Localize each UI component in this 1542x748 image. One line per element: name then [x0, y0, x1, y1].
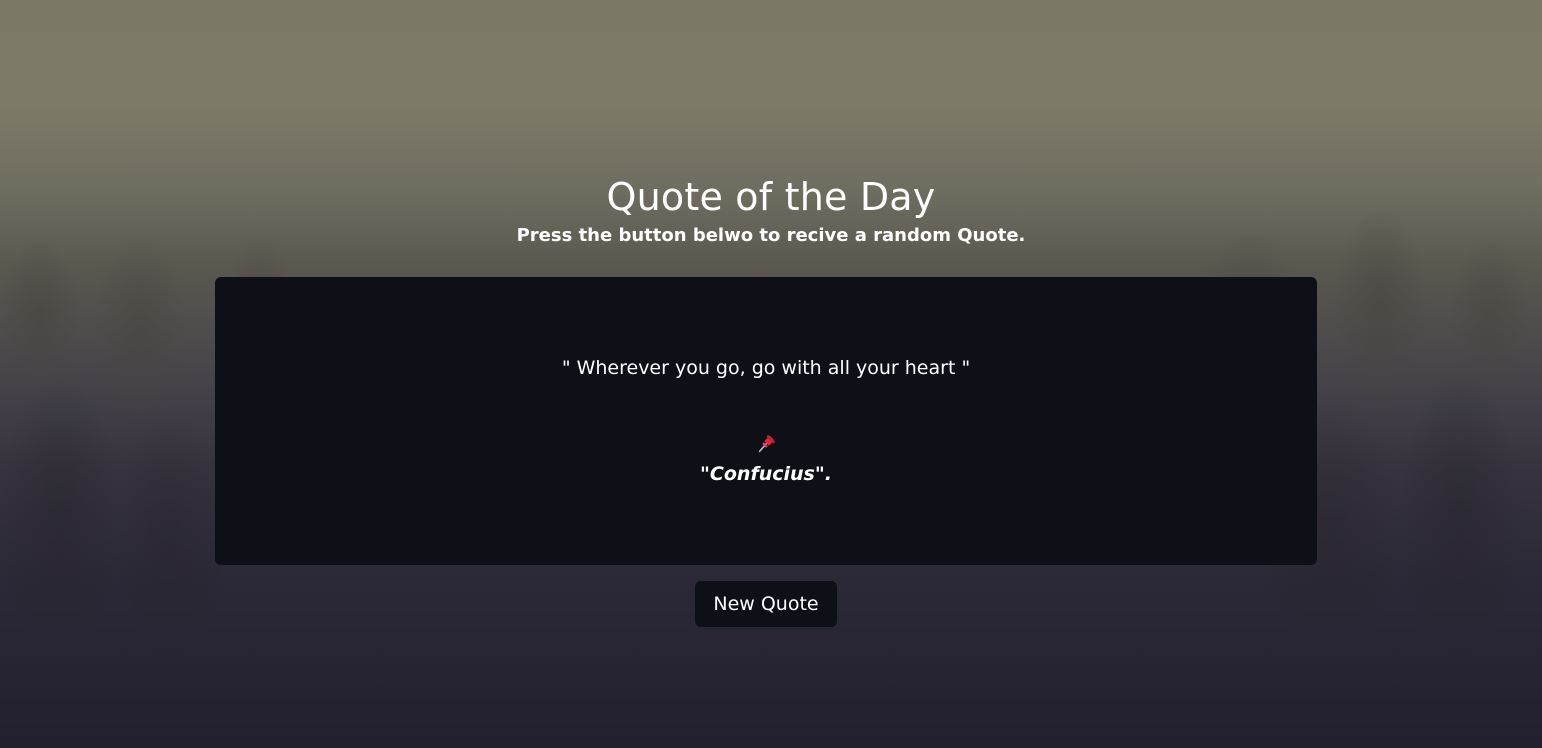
quote-text: " Wherever you go, go with all your hear…	[561, 357, 971, 379]
page-subtitle: Press the button belwo to recive a rando…	[516, 225, 1026, 246]
quote-author: "Confucius".	[700, 463, 832, 485]
page-title: Quote of the Day	[606, 175, 936, 219]
page-header: Quote of the Day Press the button belwo …	[0, 172, 1542, 248]
pushpin-icon	[758, 434, 776, 453]
quote-card: " Wherever you go, go with all your hear…	[215, 277, 1317, 565]
new-quote-button[interactable]: New Quote	[695, 581, 837, 627]
